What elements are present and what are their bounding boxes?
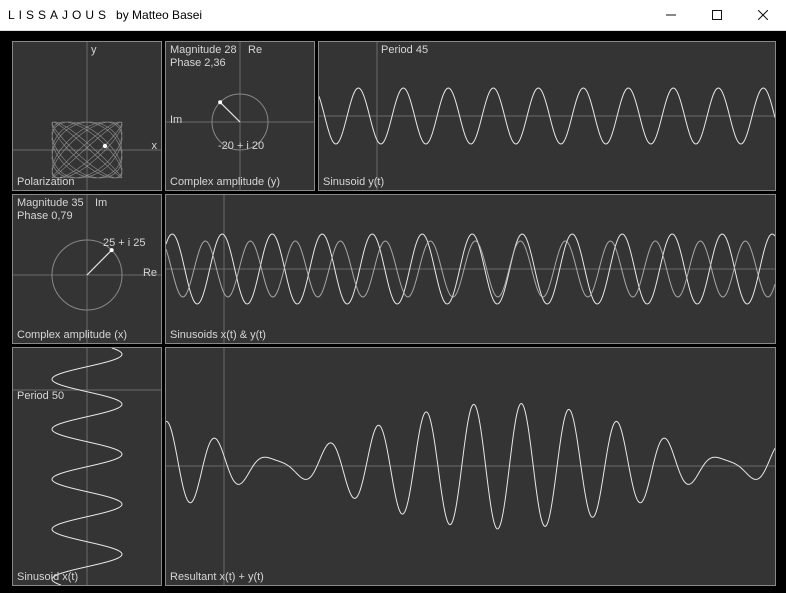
app-title: LISSAJOUS bbox=[8, 8, 110, 22]
title-bar: LISSAJOUS by Matteo Basei bbox=[0, 0, 786, 31]
minimize-button[interactable] bbox=[648, 0, 694, 30]
close-icon bbox=[758, 10, 768, 20]
panel-complex-x[interactable]: Magnitude 35 Phase 0,79 Im Re 25 + i 25 … bbox=[12, 194, 162, 344]
panel-sinusoid-x[interactable]: Period 50 Sinusoid x(t) bbox=[12, 347, 162, 586]
panel-sinusoids-xy[interactable]: Sinusoids x(t) & y(t) bbox=[165, 194, 776, 344]
minimize-icon bbox=[666, 10, 676, 20]
maximize-button[interactable] bbox=[694, 0, 740, 30]
maximize-icon bbox=[712, 10, 722, 20]
panel-complex-y[interactable]: Magnitude 28 Phase 2,36 Re Im -20 + i 20… bbox=[165, 41, 315, 191]
close-button[interactable] bbox=[740, 0, 786, 30]
panel-resultant[interactable]: Resultant x(t) + y(t) bbox=[165, 347, 776, 586]
panel-sinusoid-y[interactable]: Period 45 Sinusoid y(t) bbox=[318, 41, 776, 191]
client-area: x y Polarization Magnitude 28 Phase 2,36… bbox=[0, 31, 786, 593]
panel-polarization[interactable]: x y Polarization bbox=[12, 41, 162, 191]
app-author: by Matteo Basei bbox=[116, 8, 202, 22]
